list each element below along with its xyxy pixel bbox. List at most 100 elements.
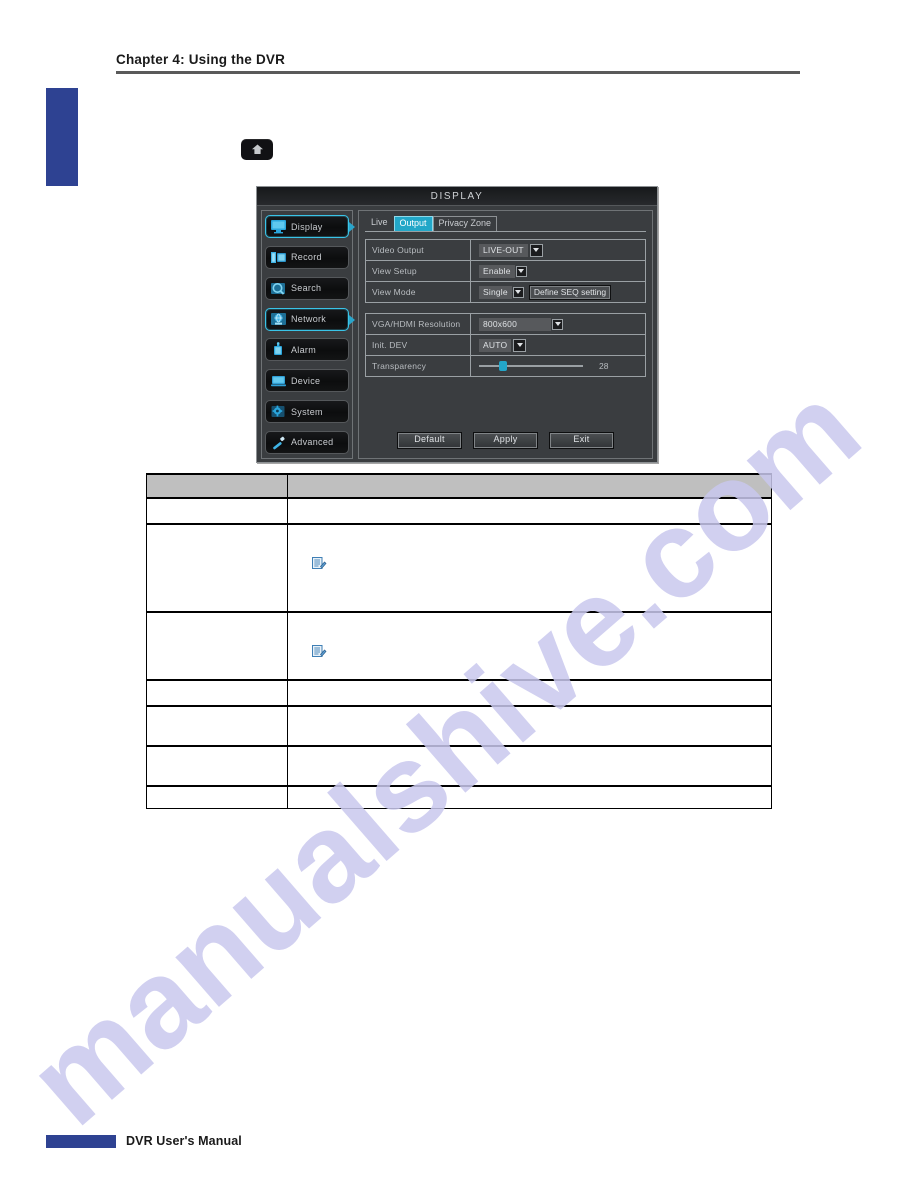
header-divider bbox=[116, 71, 800, 74]
label-transparency: Transparency bbox=[372, 361, 427, 371]
slider-thumb[interactable] bbox=[498, 361, 507, 371]
sidebar-item-label: Alarm bbox=[291, 344, 317, 355]
note-icon bbox=[310, 643, 771, 665]
sidebar-item-label: Record bbox=[291, 252, 322, 263]
gear-icon bbox=[269, 403, 288, 420]
dialog-body: Display Record Search Network Alarm Devi… bbox=[257, 206, 657, 463]
page-title: Chapter 4: Using the DVR bbox=[116, 52, 286, 67]
page-footer: DVR User's Manual bbox=[46, 1134, 242, 1148]
table-header-cell-label bbox=[146, 473, 288, 499]
control-view-setup: Enable bbox=[470, 261, 645, 281]
control-view-mode: Single Define SEQ setting bbox=[470, 282, 645, 302]
table-cell-label bbox=[146, 679, 288, 707]
monitor-icon bbox=[269, 218, 288, 235]
sidebar-item-label: Search bbox=[291, 283, 322, 294]
vga-hdmi-resolution-select[interactable]: 800x600 bbox=[479, 317, 563, 331]
sidebar-item-search[interactable]: Search bbox=[265, 276, 349, 300]
init-dev-select[interactable]: AUTO bbox=[479, 338, 527, 352]
vga-hdmi-resolution-value: 800x600 bbox=[479, 317, 551, 331]
chevron-down-icon[interactable] bbox=[529, 243, 543, 257]
page-side-tab bbox=[46, 88, 78, 186]
table-cell-description bbox=[287, 497, 772, 525]
sidebar-item-label: System bbox=[291, 406, 323, 417]
settings-description-table bbox=[146, 473, 772, 809]
chevron-down-icon[interactable] bbox=[512, 286, 524, 298]
transparency-slider-wrap: 28 bbox=[479, 360, 645, 372]
globe-icon bbox=[269, 311, 288, 328]
row-view-mode: View Mode Single Define SEQ setting bbox=[366, 282, 645, 302]
control-transparency: 28 bbox=[470, 356, 645, 376]
device-icon bbox=[269, 372, 288, 389]
magnifier-icon bbox=[269, 280, 288, 297]
sidebar-item-system[interactable]: System bbox=[265, 400, 349, 424]
dialog-button-row: Default Apply Exit bbox=[365, 432, 646, 453]
control-init-dev: AUTO bbox=[470, 335, 645, 355]
apply-button[interactable]: Apply bbox=[473, 432, 538, 449]
define-seq-setting-button[interactable]: Define SEQ setting bbox=[528, 284, 612, 300]
label-view-setup: View Setup bbox=[372, 266, 417, 276]
chevron-down-icon[interactable] bbox=[552, 318, 563, 330]
table-cell-description bbox=[287, 523, 772, 613]
init-dev-value: AUTO bbox=[479, 338, 512, 352]
table-cell-description bbox=[287, 785, 772, 809]
table-cell-label bbox=[146, 785, 288, 809]
table-row bbox=[146, 611, 772, 681]
transparency-value: 28 bbox=[599, 361, 609, 371]
table-cell-label bbox=[146, 705, 288, 747]
sidebar-item-alarm[interactable]: Alarm bbox=[265, 338, 349, 362]
row-init-dev: Init. DEV AUTO bbox=[366, 335, 645, 356]
wrench-icon bbox=[269, 434, 288, 451]
label-init-dev: Init. DEV bbox=[372, 340, 408, 350]
table-row bbox=[146, 745, 772, 787]
label-vga-hdmi-resolution: VGA/HDMI Resolution bbox=[372, 319, 461, 329]
table-cell-description bbox=[287, 611, 772, 681]
home-up-button[interactable] bbox=[241, 139, 273, 160]
view-setup-select[interactable]: Enable bbox=[479, 264, 527, 278]
row-vga-hdmi-resolution: VGA/HDMI Resolution 800x600 bbox=[366, 314, 645, 335]
table-row bbox=[146, 523, 772, 613]
table-header-row bbox=[146, 473, 772, 499]
table-row bbox=[146, 705, 772, 747]
dvr-sidebar: Display Record Search Network Alarm Devi… bbox=[261, 210, 355, 459]
tab-output[interactable]: Output bbox=[393, 216, 433, 231]
view-mode-select[interactable]: Single bbox=[479, 285, 524, 299]
sidebar-item-label: Network bbox=[291, 314, 327, 325]
table-row bbox=[146, 679, 772, 707]
footer-label: DVR User's Manual bbox=[126, 1134, 242, 1148]
default-button[interactable]: Default bbox=[397, 432, 462, 449]
dvr-display-dialog: DISPLAY Display Record Search Network Al… bbox=[256, 186, 658, 463]
transparency-slider[interactable] bbox=[479, 360, 583, 372]
table-cell-label bbox=[146, 497, 288, 525]
output-settings-group: Video Output LIVE-OUT View Setup Enable bbox=[365, 239, 646, 303]
tab-privacy-zone[interactable]: Privacy Zone bbox=[432, 216, 498, 231]
chevron-down-icon[interactable] bbox=[515, 265, 527, 277]
table-cell-label bbox=[146, 523, 288, 613]
control-vga-hdmi-resolution: 800x600 bbox=[470, 314, 645, 334]
footer-accent-bar bbox=[46, 1134, 116, 1148]
label-video-output: Video Output bbox=[372, 245, 424, 255]
tab-strip: Live Output Privacy Zone bbox=[365, 216, 646, 232]
sidebar-item-record[interactable]: Record bbox=[265, 245, 349, 269]
sidebar-item-label: Device bbox=[291, 375, 321, 386]
sidebar-item-network[interactable]: Network bbox=[265, 307, 355, 331]
dialog-titlebar: DISPLAY bbox=[257, 187, 657, 206]
chapter-header: Chapter 4: Using the DVR bbox=[116, 52, 800, 74]
view-mode-value: Single bbox=[479, 285, 512, 299]
recorder-icon bbox=[269, 249, 288, 266]
sidebar-item-display[interactable]: Display bbox=[265, 215, 355, 238]
row-view-setup: View Setup Enable bbox=[366, 261, 645, 282]
video-output-select[interactable]: LIVE-OUT bbox=[479, 243, 543, 257]
control-video-output: LIVE-OUT bbox=[470, 240, 645, 260]
exit-button[interactable]: Exit bbox=[549, 432, 614, 449]
table-header-cell-description bbox=[287, 473, 772, 499]
tab-live[interactable]: Live bbox=[365, 215, 394, 231]
sidebar-item-advanced[interactable]: Advanced bbox=[265, 430, 349, 454]
table-cell-label bbox=[146, 611, 288, 681]
slider-track bbox=[479, 365, 583, 367]
label-view-mode: View Mode bbox=[372, 287, 416, 297]
chevron-down-icon[interactable] bbox=[513, 338, 527, 352]
row-transparency: Transparency 28 bbox=[366, 356, 645, 376]
table-cell-description bbox=[287, 705, 772, 747]
home-up-icon bbox=[251, 143, 264, 156]
sidebar-item-device[interactable]: Device bbox=[265, 369, 349, 393]
